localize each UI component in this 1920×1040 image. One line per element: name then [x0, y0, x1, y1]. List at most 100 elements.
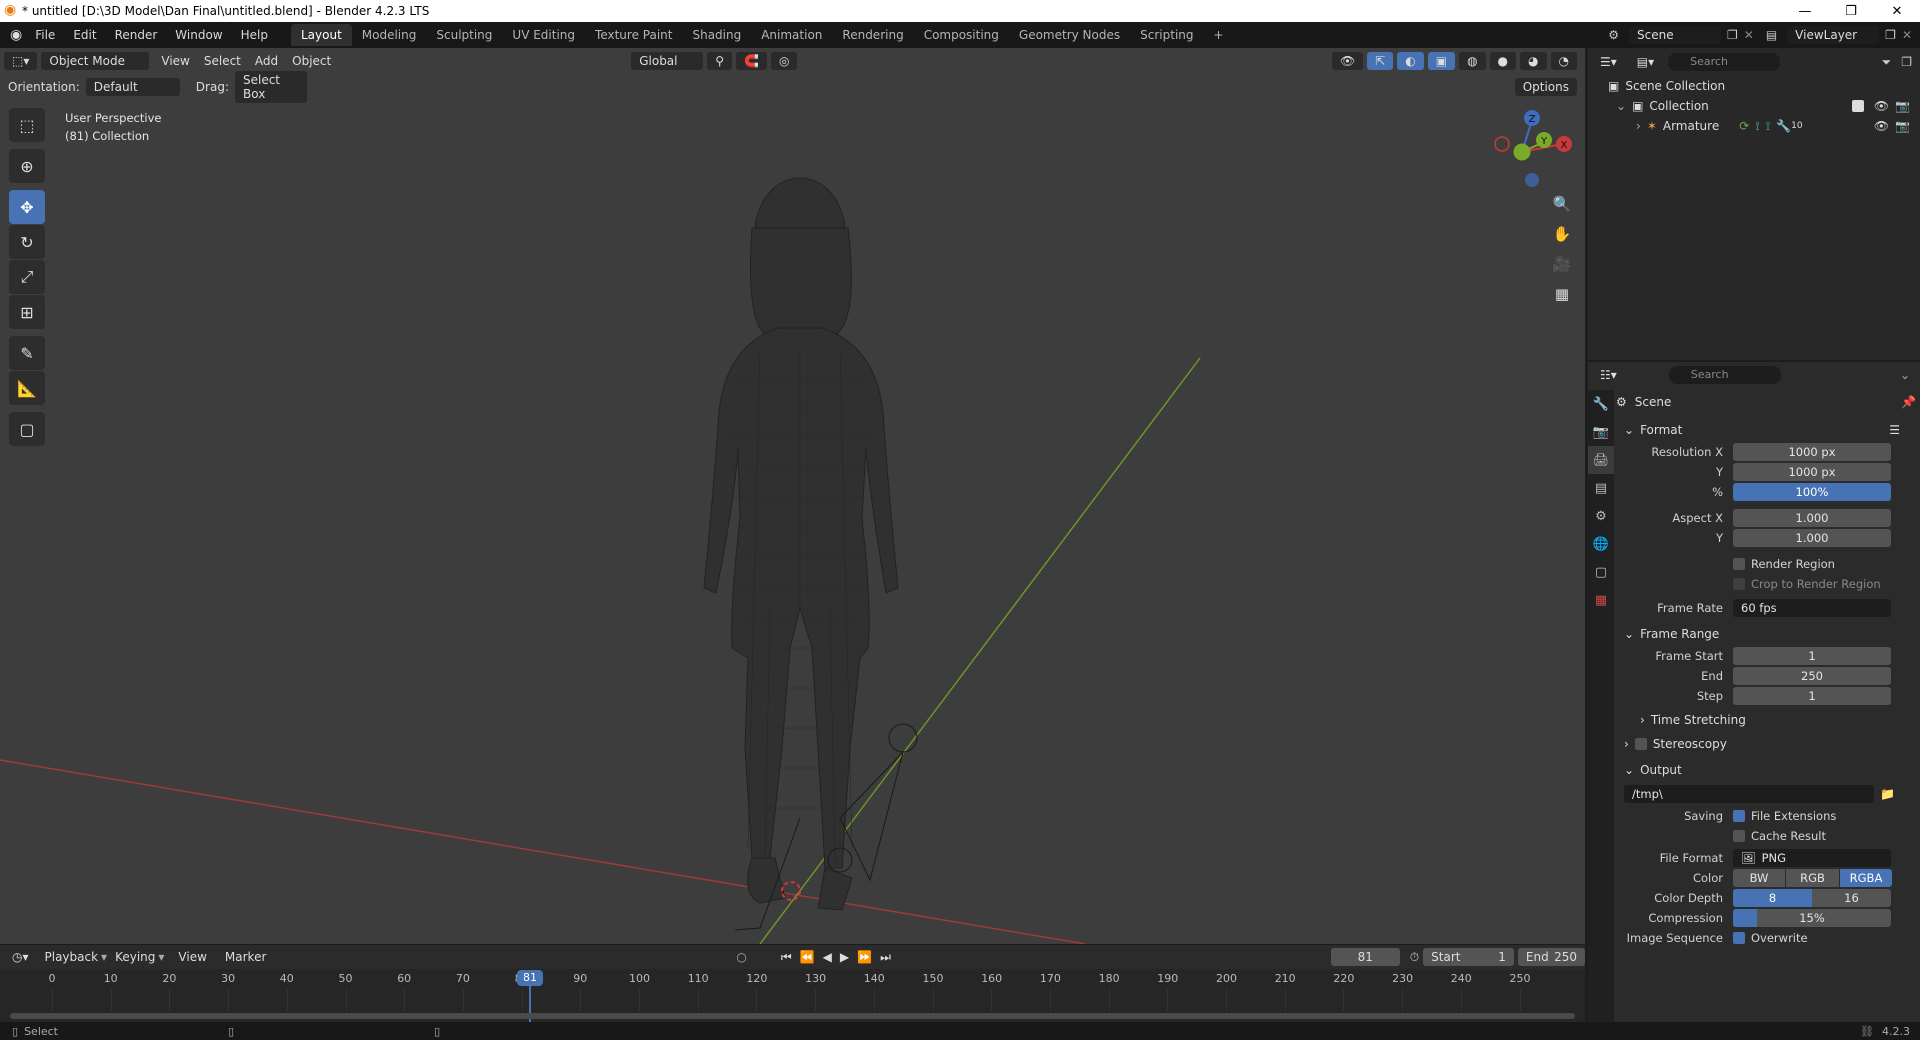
menu-select[interactable]: Select [204, 54, 241, 68]
tab-animation[interactable]: Animation [751, 24, 832, 46]
color-bw-button[interactable]: BW [1733, 869, 1785, 887]
pan-icon[interactable]: ✋ [1548, 220, 1576, 248]
add-cube-tool-icon[interactable]: ▢ [9, 412, 45, 446]
menu-window[interactable]: Window [166, 28, 231, 42]
timeline-editor-type-icon[interactable]: ◷▾ [4, 948, 37, 966]
menu-keying[interactable]: Keying [115, 950, 155, 964]
tab-modeling[interactable]: Modeling [352, 24, 427, 46]
file-browser-icon[interactable]: 📁 [1880, 787, 1895, 801]
armature-visibility-icon[interactable]: 👁 [1874, 119, 1889, 133]
aspect-x-field[interactable]: 1.000 [1733, 509, 1891, 527]
stereoscopy-panel-header[interactable]: › Stereoscopy [1616, 732, 1920, 756]
cache-result-checkbox[interactable] [1733, 830, 1745, 842]
overwrite-checkbox[interactable] [1733, 932, 1745, 944]
jump-keyframe-back-icon[interactable]: ⏪ [800, 950, 815, 964]
scene-tab-icon[interactable]: ⚙ [1588, 502, 1614, 530]
menu-playback[interactable]: Playback [45, 950, 99, 964]
tab-uv-editing[interactable]: UV Editing [502, 24, 585, 46]
close-button[interactable]: ✕ [1874, 4, 1920, 19]
color-rgb-button[interactable]: RGB [1786, 869, 1839, 887]
filter-icon[interactable]: ⏷ [1882, 55, 1892, 70]
mode-selector[interactable]: Object Mode [41, 52, 150, 70]
pin-icon[interactable]: 📌 [1901, 395, 1916, 409]
shading-wireframe-icon[interactable]: ◍ [1459, 52, 1486, 70]
menu-add[interactable]: Add [255, 54, 278, 68]
select-box-tool-icon[interactable]: ⬚ [9, 108, 45, 142]
render-region-checkbox[interactable] [1733, 558, 1745, 570]
presets-icon[interactable]: ☰ [1889, 423, 1900, 437]
menu-edit[interactable]: Edit [64, 28, 105, 42]
tab-geometry-nodes[interactable]: Geometry Nodes [1009, 24, 1130, 46]
tab-compositing[interactable]: Compositing [914, 24, 1009, 46]
resolution-x-field[interactable]: 1000 px [1733, 443, 1891, 461]
file-extensions-checkbox[interactable] [1733, 810, 1745, 822]
collection-tab-icon[interactable]: ▢ [1588, 558, 1614, 586]
scene-selector[interactable]: Scene [1629, 26, 1721, 44]
menu-help[interactable]: Help [232, 28, 277, 42]
compression-slider[interactable]: 15% [1733, 909, 1891, 927]
timeline-scrollbar[interactable] [10, 1013, 1575, 1019]
viewlayer-selector[interactable]: ViewLayer [1787, 26, 1880, 44]
expand-armature-icon[interactable]: › [1636, 119, 1641, 133]
properties-options-icon[interactable]: ⌄ [1900, 368, 1910, 382]
scale-tool-icon[interactable]: ⤢ [9, 260, 45, 294]
expand-collection-icon[interactable]: ⌄ [1616, 99, 1626, 113]
output-path-input[interactable]: /tmp\ [1624, 785, 1874, 803]
rotate-tool-icon[interactable]: ↻ [9, 225, 45, 259]
transform-tool-icon[interactable]: ⊞ [9, 295, 45, 329]
blender-menu-icon[interactable]: ◉ [10, 27, 22, 43]
frame-range-panel-header[interactable]: ⌄ Frame Range [1616, 622, 1920, 646]
options-button[interactable]: Options [1514, 78, 1577, 96]
outliner-collection[interactable]: ⌄ ▣ Collection 👁 📷 [1588, 96, 1920, 116]
new-viewlayer-icon[interactable]: ❐ [1885, 28, 1896, 42]
maximize-button[interactable]: ❐ [1828, 4, 1874, 19]
new-scene-icon[interactable]: ❐ [1727, 28, 1738, 42]
tab-rendering[interactable]: Rendering [832, 24, 913, 46]
delete-scene-icon[interactable]: ✕ [1744, 28, 1754, 42]
jump-end-icon[interactable]: ⏭ [880, 950, 891, 965]
pivot-icon[interactable]: ⚲ [707, 52, 733, 70]
overlays-toggle-icon[interactable]: ◐ [1397, 52, 1424, 70]
gizmo-toggle-icon[interactable]: ⇱ [1367, 52, 1394, 70]
visibility-icon[interactable]: 👁 [1331, 52, 1364, 70]
menu-timeline-view[interactable]: View [178, 950, 206, 964]
playhead-marker[interactable]: 81 [517, 970, 543, 986]
output-panel-header[interactable]: ⌄ Output [1616, 758, 1920, 782]
resolution-pct-field[interactable]: 100% [1733, 483, 1891, 501]
menu-object[interactable]: Object [292, 54, 331, 68]
delete-viewlayer-icon[interactable]: ✕ [1902, 28, 1912, 42]
output-tab-icon[interactable]: 🖨 [1588, 446, 1614, 474]
collection-visibility-icon[interactable]: 👁 [1874, 99, 1889, 113]
play-icon[interactable]: ▶ [840, 950, 849, 964]
stereoscopy-checkbox[interactable] [1634, 738, 1647, 750]
outliner-armature[interactable]: › ✶ Armature ⟳ ⟟ ⟟ 🔧 10 👁 📷 [1588, 116, 1920, 136]
tab-sculpting[interactable]: Sculpting [426, 24, 502, 46]
minimize-button[interactable]: — [1782, 4, 1828, 19]
editor-type-button[interactable]: ⬚▾ [4, 52, 38, 70]
preview-range-icon[interactable]: ⏱ [1410, 950, 1419, 965]
frame-end-field[interactable]: 250 [1733, 667, 1891, 685]
depth-8-button[interactable]: 8 [1733, 889, 1812, 907]
auto-keying-icon[interactable]: ○ [736, 950, 746, 964]
menu-render[interactable]: Render [106, 28, 167, 42]
properties-search-input[interactable]: Search [1668, 366, 1781, 384]
frame-step-field[interactable]: 1 [1733, 687, 1891, 705]
play-reverse-icon[interactable]: ◀ [823, 950, 832, 964]
frame-end-field[interactable]: End 250 [1517, 948, 1585, 966]
format-panel-header[interactable]: ⌄ Format ☰ [1616, 418, 1920, 442]
shading-material-icon[interactable]: ◕ [1520, 52, 1547, 70]
world-tab-icon[interactable]: 🌐 [1588, 530, 1614, 558]
orientation-selector[interactable]: Default [85, 78, 180, 96]
jump-start-icon[interactable]: ⏮ [781, 950, 792, 965]
render-tab-icon[interactable]: 📷 [1588, 418, 1614, 446]
outliner-search-input[interactable]: Search [1668, 53, 1781, 71]
3d-viewport[interactable]: ⬚▾ Object Mode View Select Add Object Gl… [0, 48, 1585, 944]
navigation-gizmo[interactable]: Z X Y [1488, 108, 1578, 188]
display-mode-icon[interactable]: ▤▾ [1629, 53, 1662, 71]
armature-render-icon[interactable]: 📷 [1895, 119, 1910, 133]
cursor-tool-icon[interactable]: ⊕ [9, 149, 45, 183]
tab-texture-paint[interactable]: Texture Paint [585, 24, 682, 46]
outliner-scene-collection[interactable]: ▣ Scene Collection [1588, 76, 1920, 96]
add-workspace-icon[interactable]: + [1204, 24, 1234, 46]
texture-tab-icon[interactable]: ▦ [1588, 586, 1614, 614]
